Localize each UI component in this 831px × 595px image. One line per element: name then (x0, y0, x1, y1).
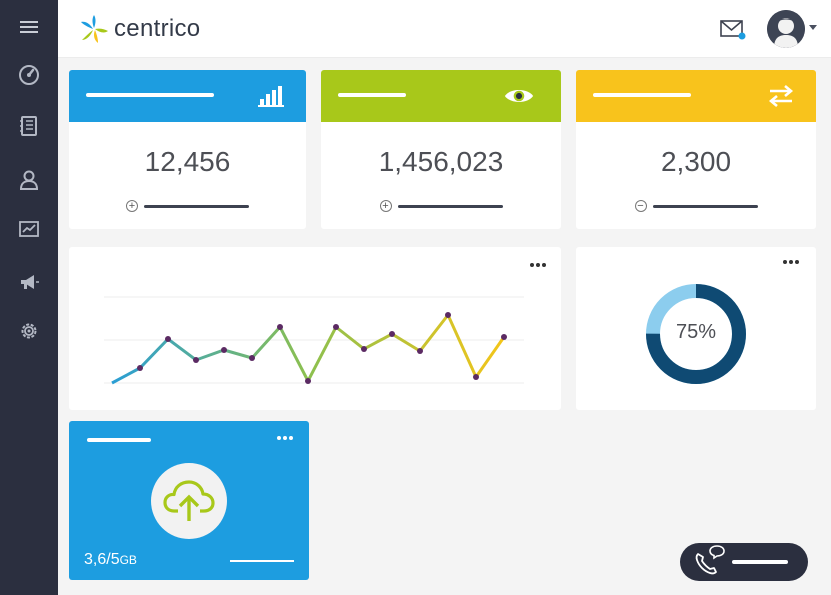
logo-mark-icon (81, 15, 108, 43)
upload-caption-placeholder (230, 560, 294, 562)
phone-chat-icon (695, 545, 725, 575)
expand-plus-icon[interactable]: + (379, 200, 392, 212)
stat-caption-placeholder (652, 204, 758, 208)
contacts-person-icon[interactable] (17, 168, 41, 192)
call-support-button[interactable] (680, 543, 808, 581)
cloud-upload-icon[interactable] (151, 463, 227, 539)
data-point (445, 312, 451, 318)
bar-chart-icon (256, 83, 286, 109)
data-point (473, 374, 479, 380)
series-line (111, 312, 506, 385)
data-point (165, 336, 171, 342)
storage-unit: GB (119, 553, 137, 567)
stat-card-1: 12,456 + (69, 70, 306, 229)
data-point (221, 347, 227, 353)
stat-footer: + (69, 200, 306, 212)
stat-card-header (69, 70, 306, 122)
dashboard-gauge-icon[interactable] (17, 63, 41, 87)
data-point (137, 365, 143, 371)
stat-card-header (576, 70, 816, 122)
eye-icon (504, 83, 534, 109)
stat-title-placeholder (593, 93, 691, 97)
storage-usage: 3,6/5GB (84, 551, 137, 569)
swap-arrows-icon (766, 83, 796, 109)
stat-caption-placeholder (144, 204, 249, 208)
sidebar (0, 0, 58, 595)
more-options-icon[interactable] (277, 434, 297, 442)
upload-card: 3,6/5GB (69, 421, 309, 580)
mail-icon[interactable] (720, 18, 746, 40)
stat-footer: + (321, 200, 561, 212)
analytics-chart-icon[interactable] (17, 217, 41, 241)
donut-panel: 75% (576, 247, 816, 410)
expand-plus-icon[interactable]: + (126, 200, 138, 212)
stat-value: 2,300 (660, 146, 732, 177)
data-point (193, 357, 199, 363)
collapse-minus-icon[interactable]: − (634, 200, 647, 212)
data-point (361, 346, 367, 352)
storage-size: 3,6/5 (84, 551, 120, 568)
logo-text: centrico (114, 15, 201, 42)
stat-title-placeholder (86, 93, 214, 97)
stat-card-header (321, 70, 561, 122)
data-point (277, 324, 283, 330)
stat-caption-placeholder (397, 204, 503, 208)
stat-card-2: 1,456,023 + (321, 70, 561, 229)
chevron-down-icon[interactable] (809, 25, 817, 30)
user-avatar-icon[interactable] (767, 10, 805, 48)
megaphone-icon[interactable] (17, 270, 41, 294)
stat-value: 12,456 (144, 146, 231, 177)
data-point (249, 355, 255, 361)
stat-footer: − (576, 200, 816, 212)
top-header: centrico (58, 0, 831, 58)
hamburger-menu-icon[interactable] (17, 15, 41, 39)
settings-gear-icon[interactable] (17, 319, 41, 343)
line-chart-panel (69, 247, 561, 410)
line-chart (104, 296, 524, 385)
data-point (333, 324, 339, 330)
donut-label: 75% (675, 321, 717, 343)
upload-title-placeholder (87, 438, 151, 442)
data-point (417, 348, 423, 354)
logo[interactable]: centrico (78, 13, 200, 45)
data-point (501, 334, 507, 340)
notebook-icon[interactable] (17, 114, 41, 138)
stat-title-placeholder (338, 93, 406, 97)
data-point (305, 378, 311, 384)
stat-value: 1,456,023 (378, 146, 504, 177)
stat-card-3: 2,300 − (576, 70, 816, 229)
call-label-placeholder (732, 560, 788, 564)
data-point (389, 331, 395, 337)
